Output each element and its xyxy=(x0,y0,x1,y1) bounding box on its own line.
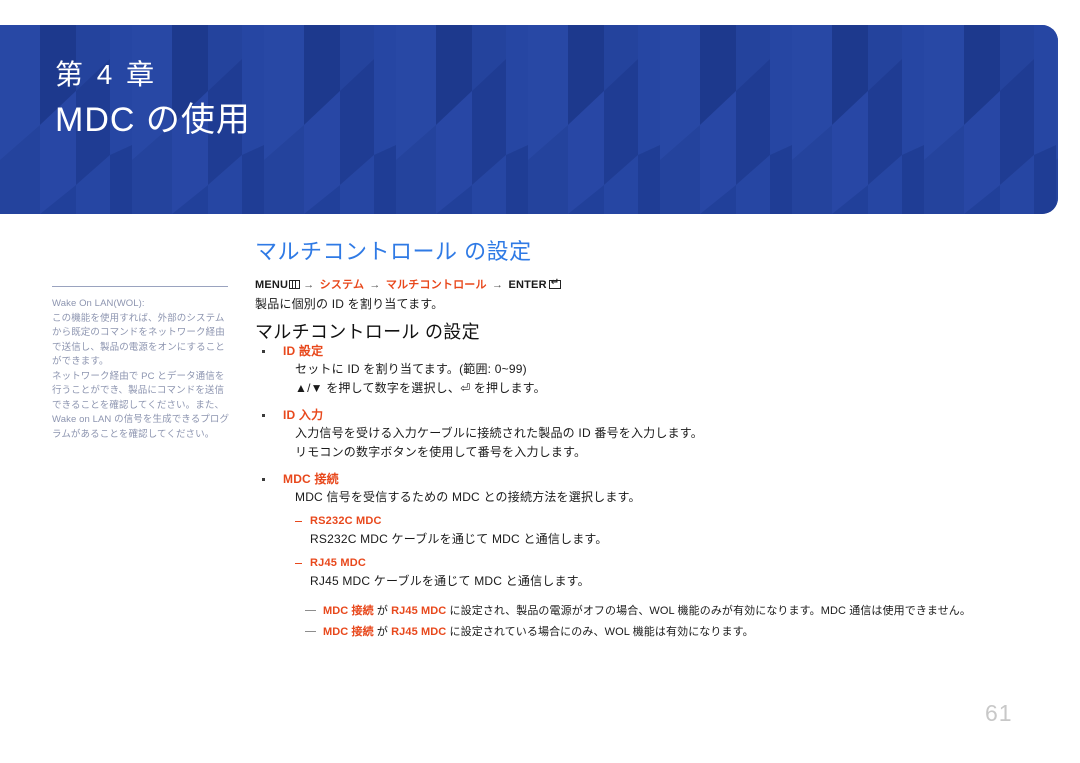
sub-item-body: RJ45 MDC ケーブルを通じて MDC と通信します。 xyxy=(310,574,590,588)
page-number: 61 xyxy=(985,700,1013,726)
breadcrumb-item-multicontrol: マルチコントロール xyxy=(385,279,487,291)
bullet-body-line: MDC 信号を受信するための MDC との接続方法を選択します。 xyxy=(295,490,641,504)
breadcrumb-arrow-3: → xyxy=(491,279,504,291)
content-body: ID 設定 セットに ID を割り当てます。(範囲: 0~99) ▲/▼ を押し… xyxy=(255,343,1045,652)
sidebar-note: Wake On LAN(WOL): この機能を使用すれば、外部のシステムから既定… xyxy=(52,286,230,442)
bullet-title: ID 設定 xyxy=(255,343,1045,360)
note-term-mdc-connection: MDC 接続 xyxy=(323,626,374,638)
enter-key-icon xyxy=(548,278,561,289)
breadcrumb-arrow-1: → xyxy=(303,279,315,291)
bullet-body-line: リモコンの数字ボタンを使用して番号を入力します。 xyxy=(295,445,587,459)
menu-breadcrumb: MENU → システム → マルチコントロール → ENTER xyxy=(255,276,561,292)
manual-page: 第 4 章 MDC の使用 マルチコントロール の設定 MENU → システム →… xyxy=(0,0,1080,763)
note-line: MDC 接続 が RJ45 MDC に設定されている場合にのみ、WOL 機能は有… xyxy=(305,622,1045,643)
sub-item-body: RS232C MDC ケーブルを通じて MDC と通信します。 xyxy=(310,532,608,546)
bullet-block-mdc-connection: MDC 接続 MDC 信号を受信するための MDC との接続方法を選択します。 … xyxy=(255,471,1045,643)
note-text: が xyxy=(373,626,392,638)
note-term-mdc-connection: MDC 接続 xyxy=(323,605,374,617)
sidebar-note-paragraph-1: この機能を使用すれば、外部のシステムから既定のコマンドをネットワーク経由で送信し… xyxy=(52,312,225,368)
enter-label: ENTER xyxy=(508,279,547,291)
chapter-number: 第 4 章 xyxy=(55,59,158,90)
note-term-rj45-mdc: RJ45 MDC xyxy=(391,626,447,638)
bullet-title: MDC 接続 xyxy=(255,471,1045,488)
breadcrumb-item-system: システム xyxy=(319,279,365,291)
note-term-rj45-mdc: RJ45 MDC xyxy=(391,605,447,617)
chapter-title: MDC の使用 xyxy=(55,101,251,139)
menu-grid-icon xyxy=(289,280,301,289)
bullet-block-id-input: ID 入力 入力信号を受ける入力ケーブルに接続された製品の ID 番号を入力しま… xyxy=(255,407,1045,462)
sidebar-note-title: Wake On LAN(WOL): xyxy=(52,298,145,309)
sub-heading: マルチコントロール の設定 xyxy=(255,322,480,342)
bullet-block-id-setting: ID 設定 セットに ID を割り当てます。(範囲: 0~99) ▲/▼ を押し… xyxy=(255,343,1045,398)
sub-item-title: RJ45 MDC xyxy=(255,555,1045,572)
sidebar-note-paragraph-2: ネットワーク経由で PC とデータ通信を行うことができ、製品にコマンドを送信でき… xyxy=(52,370,230,440)
note-text: が xyxy=(373,605,392,617)
menu-label: MENU xyxy=(255,279,289,291)
section-heading: マルチコントロール の設定 xyxy=(255,239,532,264)
bullet-body-line: 入力信号を受ける入力ケーブルに接続された製品の ID 番号を入力します。 xyxy=(295,426,703,440)
sub-item-rj45: RJ45 MDC RJ45 MDC ケーブルを通じて MDC と通信します。 xyxy=(255,555,1045,591)
note-text: に設定され、製品の電源がオフの場合、WOL 機能のみが有効になります。MDC 通… xyxy=(446,605,972,617)
sub-item-rs232c: RS232C MDC RS232C MDC ケーブルを通じて MDC と通信しま… xyxy=(255,513,1045,549)
chapter-banner: 第 4 章 MDC の使用 xyxy=(0,25,1058,214)
sidebar-note-divider xyxy=(52,286,228,287)
sub-item-title: RS232C MDC xyxy=(255,513,1045,530)
breadcrumb-arrow-2: → xyxy=(369,279,381,291)
lead-description: 製品に個別の ID を割り当てます。 xyxy=(255,297,444,311)
notes-group: MDC 接続 が RJ45 MDC に設定され、製品の電源がオフの場合、WOL … xyxy=(255,601,1045,643)
bullet-title: ID 入力 xyxy=(255,407,1045,424)
bullet-body-line: ▲/▼ を押して数字を選択し、⏎ を押します。 xyxy=(295,381,546,395)
bullet-body-line: セットに ID を割り当てます。(範囲: 0~99) xyxy=(295,362,527,376)
chapter-text-group: 第 4 章 MDC の使用 xyxy=(55,55,251,143)
note-text: に設定されている場合にのみ、WOL 機能は有効になります。 xyxy=(446,626,754,638)
note-line: MDC 接続 が RJ45 MDC に設定され、製品の電源がオフの場合、WOL … xyxy=(305,601,1045,622)
